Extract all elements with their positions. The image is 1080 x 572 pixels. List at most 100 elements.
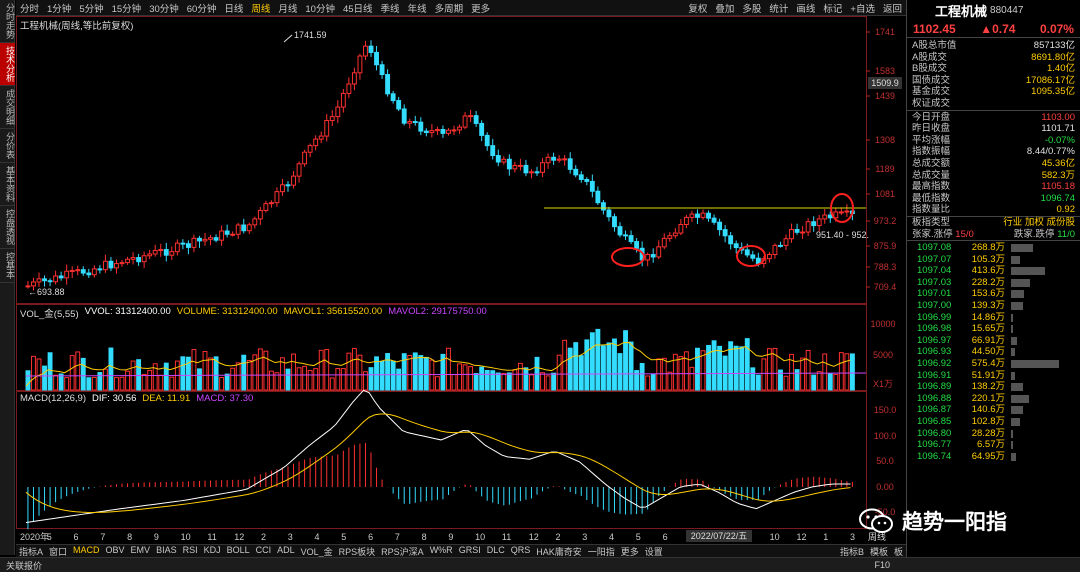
indicator-tab-21[interactable]: 设置 [642, 545, 666, 558]
indicator-tab-16[interactable]: DLC [484, 545, 508, 558]
left-tab-5[interactable]: 控盘透视 [0, 206, 15, 249]
indicator-tab-9[interactable]: CCI [253, 545, 275, 558]
left-tab-2[interactable]: 成交明细 [0, 86, 15, 129]
period-button-10[interactable]: 45日线 [339, 1, 377, 15]
period-button-1[interactable]: 1分钟 [43, 1, 75, 15]
left-tab-1[interactable]: 技术分析 [0, 43, 15, 86]
indicator-tab-14[interactable]: W%R [427, 545, 456, 558]
toolbar-button-4[interactable]: 画线 [792, 1, 819, 15]
toolbar-button-7[interactable]: 返回 [879, 1, 906, 15]
kline-chart[interactable]: 1741 1583 1439 1308 1189 1081 973.2 875.9 788.3 7… [16, 16, 906, 544]
candle-body [800, 231, 806, 234]
left-tab-3[interactable]: 分价表 [0, 129, 15, 163]
period-button-5[interactable]: 60分钟 [183, 1, 221, 15]
status-bar: 关联报价 F10 [0, 557, 1080, 572]
indicator-tab-6[interactable]: RSI [180, 545, 201, 558]
left-tab-4[interactable]: 基本资料 [0, 163, 15, 206]
indicator-tab-2[interactable]: MACD [70, 545, 103, 558]
up-value: 15/0 [955, 228, 974, 240]
tick-volume-bar [1011, 336, 1017, 345]
volume-bar [794, 369, 800, 391]
volume-bar [31, 355, 36, 391]
candle-body [772, 244, 778, 256]
indicator-tab-10[interactable]: ADL [274, 545, 298, 558]
candle-body [573, 168, 579, 176]
toolbar-button-6[interactable]: +自选 [846, 1, 879, 15]
f10-button[interactable]: F10 [874, 560, 890, 570]
toolbar-button-0[interactable]: 复权 [684, 1, 711, 15]
tick-volume-bar [1011, 313, 1013, 322]
volume-bar [219, 377, 225, 391]
candle-body [163, 249, 169, 256]
stat-value: 1103.00 [1041, 111, 1075, 123]
indicator-tab-8[interactable]: BOLL [224, 545, 253, 558]
left-tab-6[interactable]: 控基本 [0, 249, 15, 283]
toolbar-button-3[interactable]: 统计 [765, 1, 792, 15]
volume-bar [390, 360, 396, 391]
volume-bar [562, 339, 568, 391]
indicator-tab-20[interactable]: 更多 [618, 545, 642, 558]
status-link-quote[interactable]: 关联报价 [6, 559, 42, 572]
toolbar-button-5[interactable]: 标记 [819, 1, 846, 15]
stats1-row-2: B股成交 1.40亿 [907, 63, 1080, 75]
toolbar-button-2[interactable]: 多股 [738, 1, 765, 15]
volume-bar [224, 373, 230, 391]
period-button-11[interactable]: 季线 [377, 1, 404, 15]
period-buttons: 分时 1分钟 5分钟 15分钟 30分钟 60分钟 日线 周线 月线 10分钟 45日线 季线 年线 多周… [16, 1, 494, 15]
volume-bar [667, 371, 673, 391]
high-label: 1741.59 [294, 30, 327, 40]
candle-body [412, 121, 418, 124]
candle-body [617, 226, 623, 236]
toolbar-button-1[interactable]: 叠加 [711, 1, 738, 15]
indicator-tab-13[interactable]: RPS沪深A [378, 545, 427, 558]
period-toolbar: 分时 1分钟 5分钟 15分钟 30分钟 60分钟 日线 周线 月线 10分钟 45日线 季线 年线 多周… [16, 0, 906, 16]
indicator-tab-15[interactable]: GRSI [456, 545, 484, 558]
period-button-13[interactable]: 多周期 [431, 1, 468, 15]
period-button-12[interactable]: 年线 [404, 1, 431, 15]
indicator-tab-3[interactable]: OBV [103, 545, 128, 558]
indicator-tab-11[interactable]: VOL_金 [298, 545, 336, 558]
indicator-right-tab-0[interactable]: 指标B [837, 545, 867, 558]
tick-volume: 14.86万 [971, 311, 1005, 323]
indicator-right-tab-2[interactable]: 板 [891, 545, 906, 558]
candle-body [733, 243, 739, 249]
tick-price: 1096.77 [917, 439, 952, 451]
plate-type-value[interactable]: 行业 加权 成份股 [1003, 217, 1075, 229]
candle-body [838, 211, 844, 214]
left-tab-0[interactable]: 分时走势 [0, 0, 15, 43]
indicator-tab-18[interactable]: HAK庸奇安 [533, 545, 585, 558]
period-button-0[interactable]: 分时 [16, 1, 43, 15]
tick-list: 1097.08 268.8万 1097.07 105.3万 1097.04 413.6万 1… [907, 241, 1080, 462]
period-button-7[interactable]: 周线 [247, 1, 274, 15]
period-button-2[interactable]: 5分钟 [75, 1, 107, 15]
indicator-tab-7[interactable]: KDJ [201, 545, 224, 558]
indicator-tab-17[interactable]: QRS [508, 545, 534, 558]
indicator-right-tab-1[interactable]: 模板 [867, 545, 891, 558]
volume-bar [47, 352, 53, 391]
chart-canvas[interactable]: 174115831439130811891081973.2875.9788.37… [16, 16, 906, 544]
indicator-tab-1[interactable]: 窗口 [46, 545, 70, 558]
candle-body [357, 55, 363, 74]
period-button-3[interactable]: 15分钟 [108, 1, 146, 15]
period-button-14[interactable]: 更多 [467, 1, 494, 15]
period-button-9[interactable]: 10分钟 [301, 1, 339, 15]
indicator-tab-5[interactable]: BIAS [153, 545, 180, 558]
current-price-label: 1509.9 [871, 78, 899, 88]
indicator-tab-0[interactable]: 指标A [16, 545, 46, 558]
period-button-8[interactable]: 月线 [274, 1, 301, 15]
volume-bar [462, 364, 468, 391]
macd-title: MACD(12,26,9) [20, 393, 86, 404]
stat-label: 总成交额 [912, 157, 951, 169]
tick-volume-bar [1011, 394, 1030, 403]
tick-volume-bar [1011, 418, 1020, 426]
indicator-tab-4[interactable]: EMV [128, 545, 154, 558]
period-button-6[interactable]: 日线 [220, 1, 247, 15]
volume-bar [495, 372, 501, 391]
indicator-tab-19[interactable]: 一阳指 [585, 545, 618, 558]
tick-volume: 51.91万 [971, 369, 1005, 381]
volume-bar [80, 357, 86, 391]
period-button-4[interactable]: 30分钟 [145, 1, 183, 15]
stat-label: 最低指数 [912, 192, 951, 204]
tick-volume: 102.8万 [971, 416, 1005, 427]
indicator-tab-12[interactable]: RPS板块 [336, 545, 379, 558]
